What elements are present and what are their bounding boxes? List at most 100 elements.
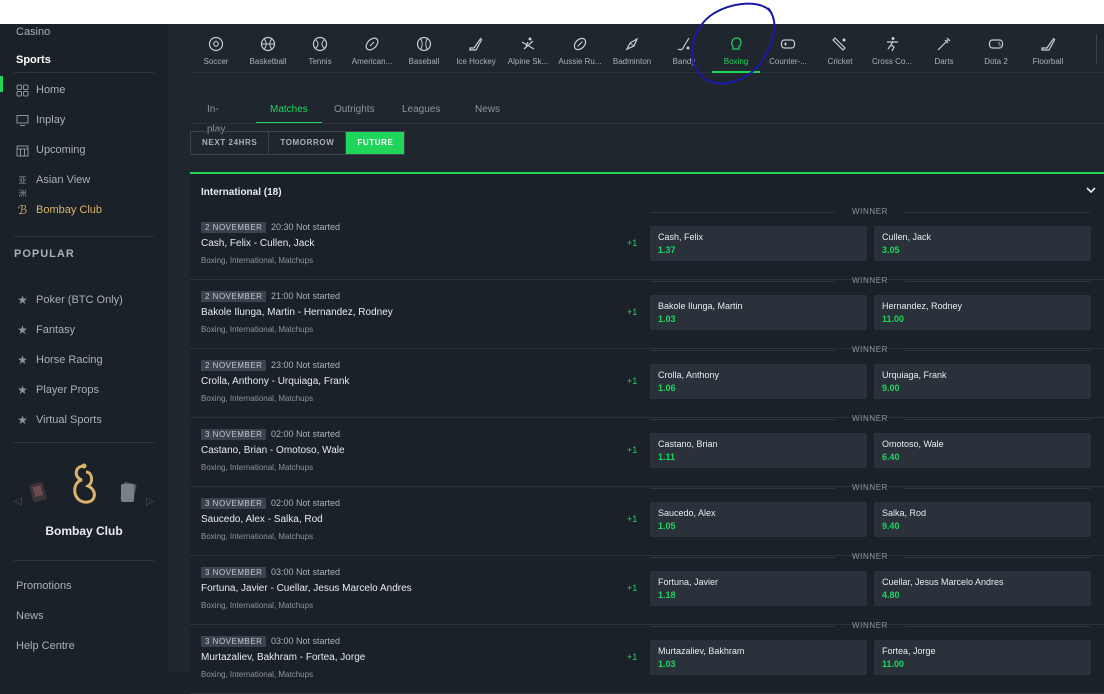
tab-news[interactable]: News [475, 100, 500, 124]
chevron-right-icon[interactable]: ▷ [146, 496, 154, 507]
selection-price: 11.00 [882, 659, 905, 669]
odds-button-home[interactable]: Fortuna, Javier 1.18 [650, 571, 867, 606]
selection-name: Cuellar, Jesus Marcelo Andres [882, 577, 1004, 587]
chevron-down-icon[interactable] [1086, 186, 1096, 197]
sport-ice-hockey[interactable]: Ice Hockey [450, 24, 502, 73]
event-name[interactable]: Saucedo, Alex - Salka, Rod [201, 514, 323, 525]
sidebar-item-player-props[interactable]: ★ Player Props [16, 382, 99, 398]
sidebar-item-label: Asian View [36, 174, 91, 186]
event-date: 2 NOVEMBER [201, 291, 267, 302]
odds-button-home[interactable]: Bakole Ilunga, Martin 1.03 [650, 295, 867, 330]
selection-name: Bakole Ilunga, Martin [658, 301, 743, 311]
selection-name: Crolla, Anthony [658, 370, 720, 380]
more-markets-link[interactable]: +1 [627, 514, 637, 524]
selection-name: Omotoso, Wale [882, 439, 944, 449]
event-date: 2 NOVEMBER [201, 360, 267, 371]
event-name[interactable]: Fortuna, Javier - Cuellar, Jesus Marcelo… [201, 583, 412, 594]
sidebar-item-help-centre[interactable]: Help Centre [16, 638, 75, 654]
sidebar: Casino Sports Home Inplay Upcoming 亚洲 As… [0, 24, 168, 672]
sidebar-item-fantasy[interactable]: ★ Fantasy [16, 322, 75, 338]
more-markets-link[interactable]: +1 [627, 652, 637, 662]
more-markets-link[interactable]: +1 [627, 445, 637, 455]
tennis-icon [312, 36, 328, 52]
sport-aussie-rules[interactable]: Aussie Ru... [554, 24, 606, 73]
section-title[interactable]: International (18) [201, 187, 282, 198]
odds-button-home[interactable]: Crolla, Anthony 1.06 [650, 364, 867, 399]
odds-button-away[interactable]: Fortea, Jorge 11.00 [874, 640, 1091, 675]
event-name[interactable]: Murtazaliev, Bakhram - Fortea, Jorge [201, 652, 365, 663]
sport-floorball[interactable]: Floorball [1022, 24, 1074, 73]
tab-in-play[interactable]: In-play [207, 100, 225, 135]
sport-label: Soccer [203, 57, 229, 66]
odds-button-away[interactable]: Omotoso, Wale 6.40 [874, 433, 1091, 468]
sport-cricket[interactable]: Cricket [814, 24, 866, 73]
divider [14, 72, 154, 73]
odds-button-away[interactable]: Cuellar, Jesus Marcelo Andres 4.80 [874, 571, 1091, 606]
odds-button-home[interactable]: Castano, Brian 1.11 [650, 433, 867, 468]
sport-tennis[interactable]: Tennis [294, 24, 346, 73]
sport-darts[interactable]: Darts [918, 24, 970, 73]
event-name[interactable]: Crolla, Anthony - Urquiaga, Frank [201, 376, 349, 387]
event-row: WINNER 2 NOVEMBER 20:30 Not started Cash… [190, 207, 1104, 280]
more-markets-link[interactable]: +1 [627, 583, 637, 593]
sport-baseball[interactable]: Baseball [398, 24, 450, 73]
event-date: 3 NOVEMBER [201, 429, 267, 440]
more-markets-link[interactable]: +1 [627, 238, 637, 248]
sidebar-item-bombay-club[interactable]: ℬ Bombay Club [16, 202, 102, 218]
sidebar-item-horse-racing[interactable]: ★ Horse Racing [16, 352, 103, 368]
sport-soccer[interactable]: Soccer [190, 24, 242, 73]
sidebar-item-poker[interactable]: ★ Poker (BTC Only) [16, 292, 123, 308]
bombay-club-label: Bombay Club [45, 524, 123, 538]
sport-american-football[interactable]: American... [346, 24, 398, 73]
tab-outrights[interactable]: Outrights [334, 100, 375, 124]
bombay-club-icon: ℬ [17, 202, 28, 217]
odds-button-home[interactable]: Saucedo, Alex 1.05 [650, 502, 867, 537]
sidebar-item-promotions[interactable]: Promotions [16, 578, 72, 594]
odds-button-away[interactable]: Hernandez, Rodney 11.00 [874, 295, 1091, 330]
sidebar-item-asian-view[interactable]: 亚洲 Asian View [16, 172, 91, 198]
star-icon: ★ [17, 292, 28, 307]
selection-name: Cash, Felix [658, 232, 704, 242]
sidebar-item-label: Inplay [36, 114, 66, 126]
market-label: WINNER [650, 207, 1090, 216]
filter-next-24hrs[interactable]: NEXT 24HRS [191, 132, 270, 154]
tab-leagues[interactable]: Leagues [402, 100, 440, 124]
sidebar-item-casino[interactable]: Casino [16, 24, 50, 40]
cricket-icon [832, 36, 848, 52]
sport-dota-2[interactable]: Dota 2 [970, 24, 1022, 73]
chevron-left-icon[interactable]: ◁ [14, 496, 22, 507]
odds-button-away[interactable]: Cullen, Jack 3.05 [874, 226, 1091, 261]
selection-name: Cullen, Jack [882, 232, 932, 242]
sidebar-item-virtual-sports[interactable]: ★ Virtual Sports [16, 412, 102, 428]
odds-button-home[interactable]: Cash, Felix 1.37 [650, 226, 867, 261]
selection-price: 4.80 [882, 590, 900, 600]
odds-button-away[interactable]: Salka, Rod 9.40 [874, 502, 1091, 537]
selection-price: 1.03 [658, 659, 676, 669]
more-markets-link[interactable]: +1 [627, 376, 637, 386]
market-label: WINNER [650, 414, 1090, 423]
event-name[interactable]: Castano, Brian - Omotoso, Wale [201, 445, 345, 456]
odds-button-home[interactable]: Murtazaliev, Bakhram 1.03 [650, 640, 867, 675]
ice-hockey-icon [468, 36, 484, 52]
odds-button-away[interactable]: Urquiaga, Frank 9.00 [874, 364, 1091, 399]
sidebar-item-inplay[interactable]: Inplay [16, 112, 65, 128]
sidebar-item-home[interactable]: Home [16, 82, 65, 98]
sport-basketball[interactable]: Basketball [242, 24, 294, 73]
more-markets-link[interactable]: +1 [627, 307, 637, 317]
filter-future[interactable]: FUTURE [346, 132, 405, 154]
sidebar-item-news[interactable]: News [16, 608, 44, 624]
monitor-icon [16, 114, 29, 127]
selection-price: 1.18 [658, 590, 676, 600]
sport-label: Cricket [827, 57, 853, 66]
sport-badminton[interactable]: Badminton [606, 24, 658, 73]
sport-alpine-skiing[interactable]: Alpine Sk... [502, 24, 554, 73]
sport-cross-country[interactable]: Cross Co... [866, 24, 918, 73]
sidebar-item-upcoming[interactable]: Upcoming [16, 142, 86, 158]
filter-tomorrow[interactable]: TOMORROW [269, 132, 347, 154]
event-time: 02:00 Not started [271, 429, 341, 439]
event-name[interactable]: Cash, Felix - Cullen, Jack [201, 238, 314, 249]
sidebar-item-sports[interactable]: Sports [16, 52, 51, 68]
tab-matches[interactable]: Matches [256, 100, 322, 124]
event-name[interactable]: Bakole Ilunga, Martin - Hernandez, Rodne… [201, 307, 393, 318]
sport-label: Aussie Ru... [558, 57, 602, 66]
